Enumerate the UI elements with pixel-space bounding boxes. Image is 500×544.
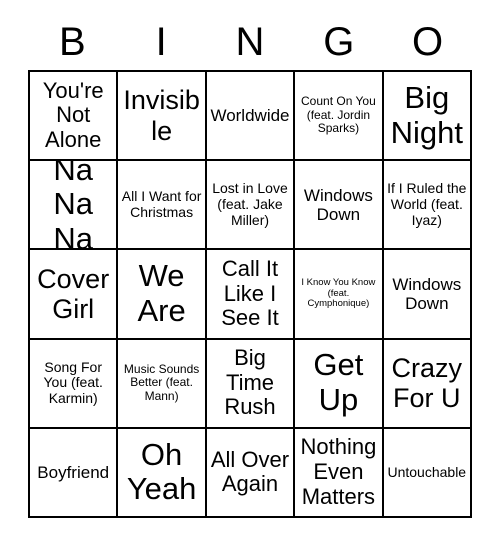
bingo-cell-label: If I Ruled the World (feat. Iyaz) (387, 180, 467, 228)
bingo-cell-label: You're Not Alone (42, 77, 104, 152)
bingo-cell-label: Nothing Even Matters (300, 434, 377, 509)
bingo-cell-label: Count On You (feat. Jordin Sparks) (301, 94, 376, 136)
bingo-cell-label: Na Na Na (53, 161, 94, 251)
bingo-cell[interactable]: Cover Girl (30, 250, 119, 340)
bingo-cell-label: I Know You Know (feat. Cymphonique) (301, 277, 376, 310)
bingo-cell[interactable]: Windows Down (295, 161, 384, 251)
bingo-cell-label: Lost in Love (feat. Jake Miller) (212, 180, 288, 228)
bingo-card: B I N G O You're Not Alone Invisible World… (28, 14, 472, 518)
bingo-cell[interactable]: Count On You (feat. Jordin Sparks) (295, 72, 384, 162)
bingo-cell-label: Song For You (feat. Karmin) (43, 358, 103, 406)
bingo-cell[interactable]: Na Na Na (30, 161, 119, 251)
bingo-cell[interactable]: If I Ruled the World (feat. Iyaz) (383, 161, 472, 251)
header-letter-i: I (155, 20, 167, 64)
bingo-cell-label: Call It Like I See It (221, 256, 279, 331)
bingo-cell[interactable]: Song For You (feat. Karmin) (30, 339, 119, 429)
bingo-cell[interactable]: Invisible (118, 72, 207, 162)
bingo-cell-label: Big Time Rush (224, 345, 276, 420)
bingo-cell[interactable]: Music Sounds Better (feat. Mann) (118, 339, 207, 429)
bingo-cell-label: Windows Down (303, 185, 373, 224)
bingo-cell-label: We Are (137, 258, 186, 328)
bingo-cell[interactable]: Big Night (383, 72, 472, 162)
bingo-cell-label: Cover Girl (37, 263, 110, 324)
bingo-cell[interactable]: I Know You Know (feat. Cymphonique) (295, 250, 384, 340)
bingo-cell[interactable]: Boyfriend (30, 428, 119, 518)
bingo-cell-label: Get Up (313, 347, 364, 418)
bingo-header: B I N G O (28, 14, 472, 70)
bingo-cell[interactable]: Get Up (295, 339, 384, 429)
bingo-cell-label: Big Night (390, 79, 463, 150)
bingo-cell[interactable]: Untouchable (383, 428, 472, 518)
bingo-cell[interactable]: Crazy For U (383, 339, 472, 429)
bingo-cell[interactable]: Worldwide (206, 72, 296, 162)
bingo-cell[interactable]: Windows Down (383, 250, 472, 340)
bingo-cell-label: All I Want for Christmas (121, 188, 202, 220)
header-letter-o: O (412, 20, 444, 64)
bingo-cell[interactable]: We Are (118, 250, 207, 340)
bingo-cell-label: Invisible (123, 85, 200, 146)
header-letter-b: B (59, 20, 86, 64)
bingo-cell-label: Music Sounds Better (feat. Mann) (123, 362, 200, 403)
bingo-cell-label: Oh Yeah (126, 436, 197, 507)
bingo-cell[interactable]: You're Not Alone (30, 72, 119, 162)
bingo-cell[interactable]: Oh Yeah (118, 428, 207, 518)
bingo-grid: You're Not Alone Invisible Worldwide Count … (28, 70, 472, 518)
bingo-cell-label: Boyfriend (37, 462, 110, 482)
header-letter-g: G (323, 20, 355, 64)
bingo-cell[interactable]: Call It Like I See It (206, 250, 296, 340)
bingo-cell[interactable]: Nothing Even Matters (295, 428, 384, 518)
bingo-cell-label: Windows Down (392, 274, 462, 313)
header-letter-n: N (235, 20, 265, 64)
bingo-cell-label: All Over Again (210, 446, 290, 497)
bingo-cell[interactable]: Big Time Rush (206, 339, 296, 429)
bingo-cell-label: Untouchable (387, 463, 467, 480)
bingo-cell[interactable]: All Over Again (206, 428, 296, 518)
bingo-cell-label: Worldwide (210, 106, 290, 126)
bingo-cell[interactable]: All I Want for Christmas (118, 161, 207, 251)
bingo-cell[interactable]: Lost in Love (feat. Jake Miller) (206, 161, 296, 251)
bingo-cell-label: Crazy For U (391, 352, 463, 414)
